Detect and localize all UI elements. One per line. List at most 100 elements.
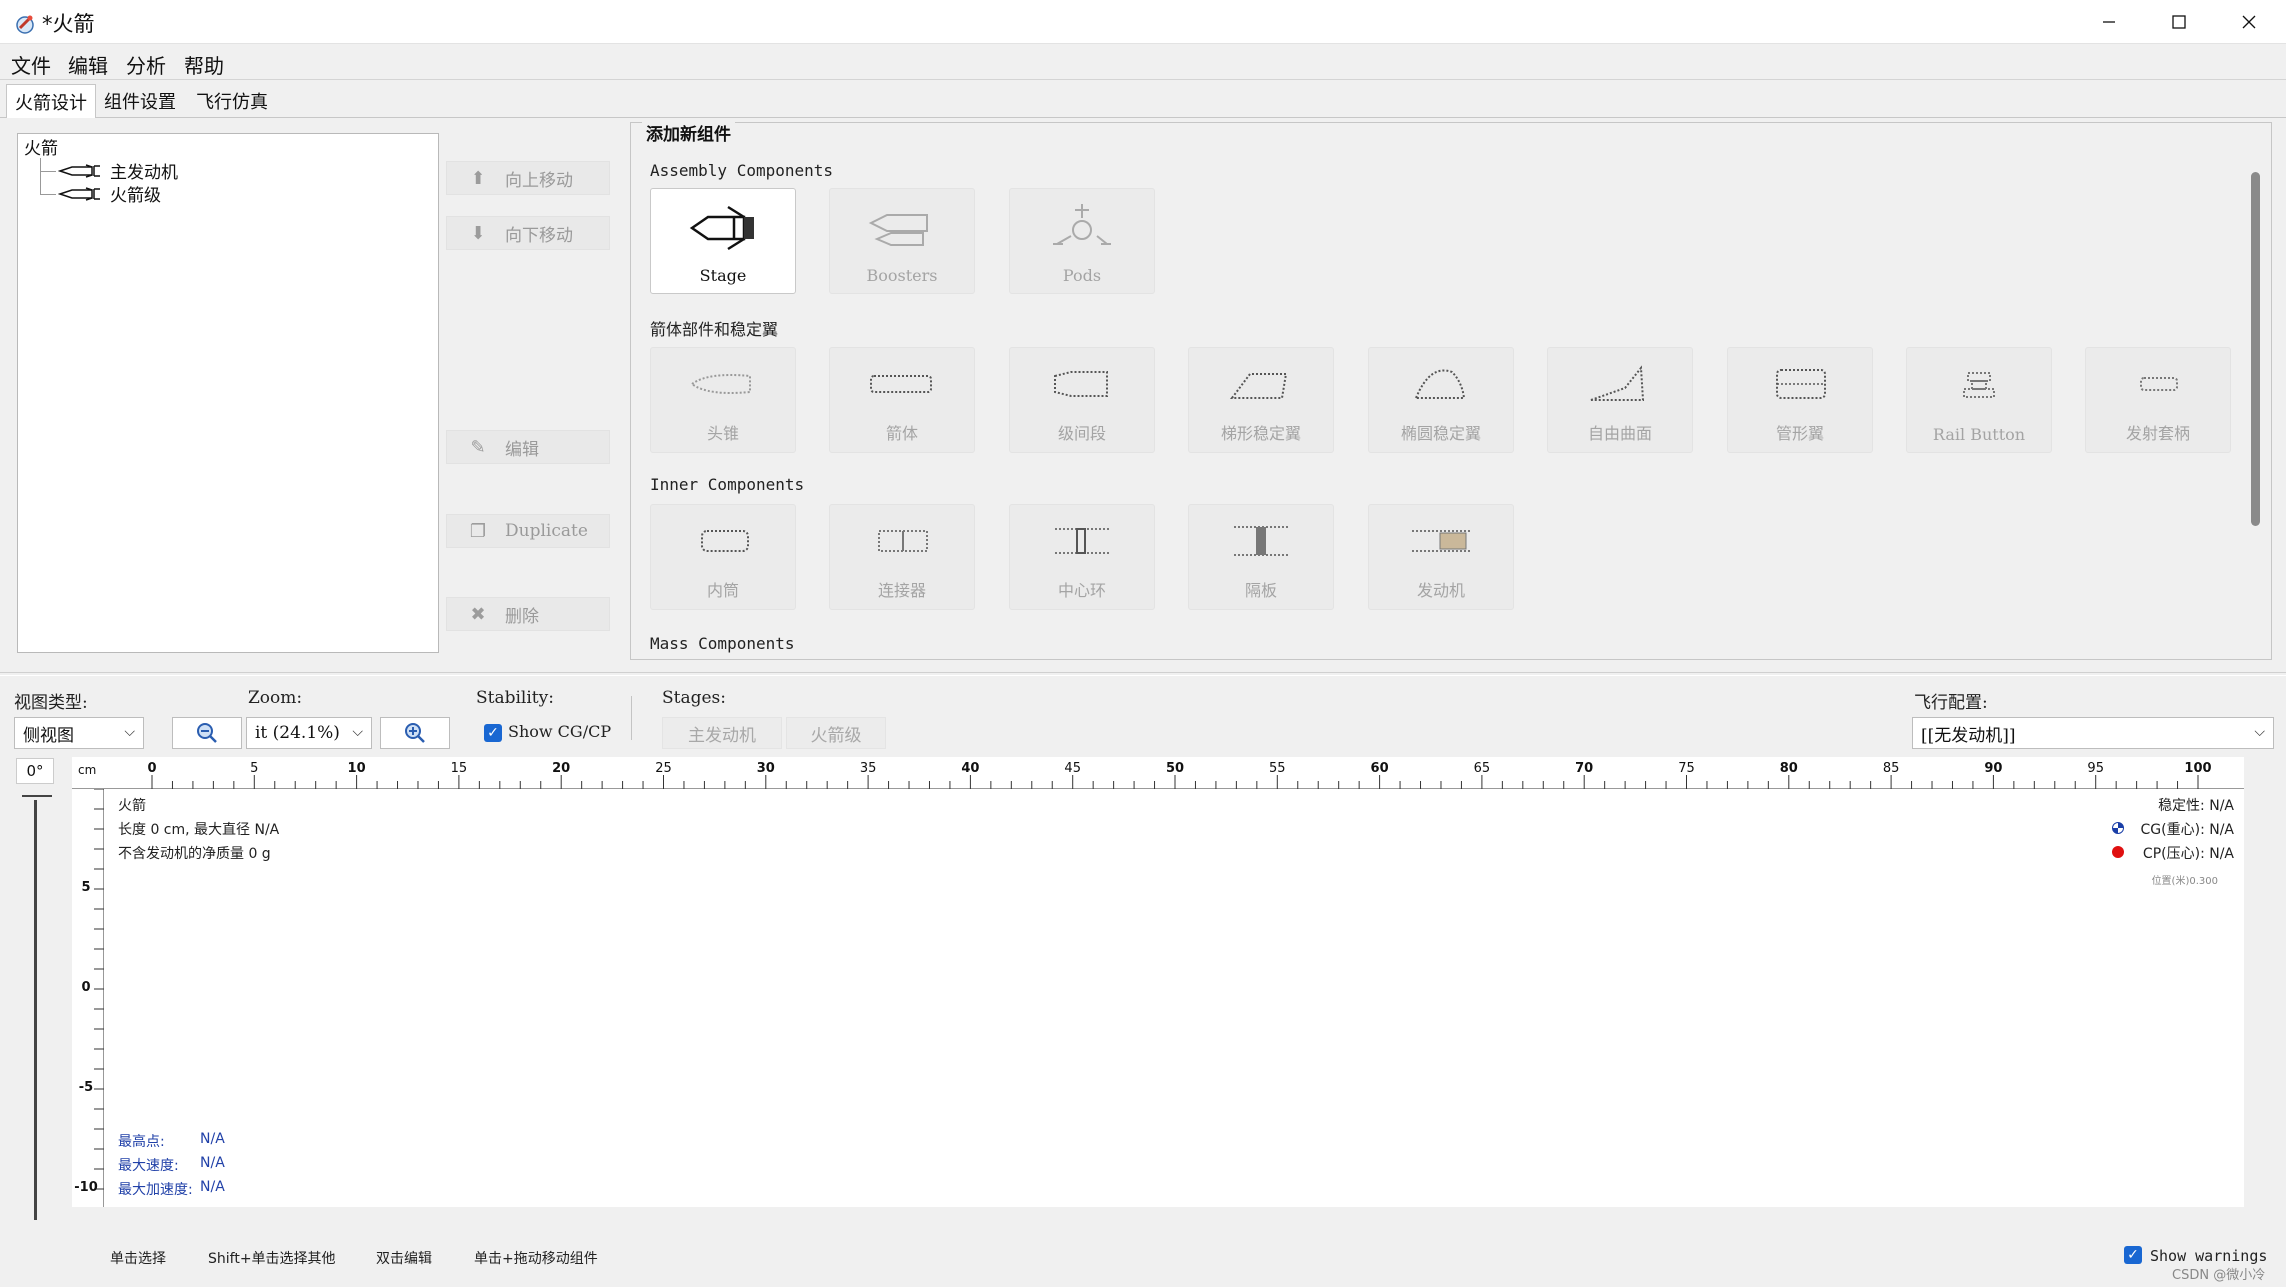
add-tube-fin-button[interactable]: 管形翼 bbox=[1727, 347, 1873, 453]
add-pods-button[interactable]: Pods bbox=[1009, 188, 1155, 294]
cp-readout: CP(压心): N/A bbox=[2142, 846, 2234, 862]
palette-scrollbar[interactable] bbox=[2251, 172, 2260, 526]
ruler-x-label: 60 bbox=[1371, 761, 1389, 776]
chevron-down-icon: ⌵ bbox=[2254, 724, 2265, 740]
menu-analyze[interactable]: 分析 bbox=[120, 48, 172, 81]
ruler-x-label: 70 bbox=[1575, 761, 1593, 776]
chevron-down-icon: ⌵ bbox=[352, 724, 363, 740]
zoom-select[interactable]: it (24.1%) ⌵ bbox=[246, 717, 372, 749]
show-cgcp-label: Show CG/CP bbox=[508, 722, 612, 741]
show-warnings-checkbox[interactable]: ✓ bbox=[2124, 1246, 2142, 1264]
close-button[interactable] bbox=[2214, 0, 2284, 44]
freeform-fin-icon bbox=[1590, 365, 1645, 401]
rotation-angle: 0° bbox=[16, 758, 54, 784]
delete-button[interactable]: ✖ 删除 bbox=[446, 597, 610, 631]
rotation-slider[interactable] bbox=[34, 800, 37, 1220]
ruler-x-label: 35 bbox=[860, 761, 877, 776]
add-inner-tube-button[interactable]: 内筒 bbox=[650, 504, 796, 610]
cp-icon bbox=[2112, 846, 2124, 858]
max-velocity-value: N/A bbox=[200, 1155, 225, 1171]
zoom-in-icon bbox=[405, 723, 425, 743]
tree-connector bbox=[40, 171, 56, 172]
add-rail-button-button[interactable]: Rail Button bbox=[1906, 347, 2052, 453]
chevron-down-icon: ⌵ bbox=[124, 724, 135, 740]
edit-button[interactable]: ✎ 编辑 bbox=[446, 430, 610, 464]
ruler-x-label: 25 bbox=[655, 761, 672, 776]
rotation-slider-handle[interactable] bbox=[22, 795, 52, 797]
zoom-out-button[interactable] bbox=[172, 717, 242, 749]
add-coupler-button[interactable]: 连接器 bbox=[829, 504, 975, 610]
apogee-value: N/A bbox=[200, 1131, 225, 1147]
view-type-select[interactable]: 侧视图 ⌵ bbox=[14, 717, 144, 749]
add-bodytube-button[interactable]: 箭体 bbox=[829, 347, 975, 453]
split-divider[interactable] bbox=[0, 672, 2286, 676]
cg-icon bbox=[2112, 822, 2124, 834]
watermark: CSDN @微小冷 bbox=[2172, 1268, 2266, 1283]
stage-component-icon bbox=[689, 205, 754, 250]
tree-item-stage[interactable]: 火箭级 bbox=[110, 181, 161, 206]
ruler-x-label: 30 bbox=[757, 761, 775, 776]
max-acceleration-value: N/A bbox=[200, 1179, 225, 1195]
add-freeform-fin-button[interactable]: 自由曲面 bbox=[1547, 347, 1693, 453]
add-centering-ring-button[interactable]: 中心环 bbox=[1009, 504, 1155, 610]
menu-file[interactable]: 文件 bbox=[5, 48, 57, 81]
add-transition-button[interactable]: 级间段 bbox=[1009, 347, 1155, 453]
add-nosecone-button[interactable]: 头锥 bbox=[650, 347, 796, 453]
horizontal-ruler: cm 0 5 10 15 20 25 30 35 40 45 50 55 60 65 70 75 80 85 90 9… bbox=[72, 757, 2244, 789]
zoom-in-button[interactable] bbox=[380, 717, 450, 749]
ruler-x-label: 40 bbox=[961, 761, 979, 776]
rocket-mass-info: 不含发动机的净质量 0 g bbox=[118, 846, 271, 862]
stage-toggle-main-motor[interactable]: 主发动机 bbox=[662, 717, 782, 749]
ruler-x-label: 95 bbox=[2087, 761, 2104, 776]
stages-label: Stages: bbox=[662, 688, 727, 708]
inner-tube-icon bbox=[701, 530, 749, 552]
tab-component-settings[interactable]: 组件设置 bbox=[96, 84, 184, 118]
maximize-button[interactable] bbox=[2144, 0, 2214, 44]
component-tree[interactable] bbox=[17, 133, 439, 653]
ruler-x-label: 15 bbox=[451, 761, 468, 776]
group-label-assembly: Assembly Components bbox=[650, 161, 834, 180]
minimize-button[interactable] bbox=[2074, 0, 2144, 44]
check-icon: ✓ bbox=[2127, 1247, 2139, 1263]
ruler-ticks: 5 0 -5 -10 bbox=[74, 789, 104, 1195]
flight-config-select[interactable]: [[无发动机]] ⌵ bbox=[1912, 717, 2274, 749]
add-launch-lug-button[interactable]: 发射套柄 bbox=[2085, 347, 2231, 453]
rail-button-icon bbox=[1963, 371, 1995, 398]
zoom-out-icon bbox=[197, 723, 217, 743]
tree-root[interactable]: 火箭 bbox=[24, 134, 58, 159]
arrow-up-icon: ⬆ bbox=[470, 167, 486, 189]
cg-readout: CG(重心): N/A bbox=[2140, 822, 2234, 838]
rocket-figure-canvas[interactable]: 火箭 长度 0 cm, 最大直径 N/A 不含发动机的净质量 0 g 稳定性: … bbox=[104, 789, 2244, 1207]
move-down-button[interactable]: ⬇ 向下移动 bbox=[446, 216, 610, 250]
menu-help[interactable]: 帮助 bbox=[178, 48, 230, 81]
add-trapezoid-fin-button[interactable]: 梯形稳定翼 bbox=[1188, 347, 1334, 453]
tree-item-main-motor[interactable]: 主发动机 bbox=[110, 158, 178, 183]
close-icon bbox=[2242, 15, 2256, 29]
tab-flight-simulation[interactable]: 飞行仿真 bbox=[188, 84, 276, 118]
stage-toggle-stage[interactable]: 火箭级 bbox=[786, 717, 886, 749]
tab-rocket-design[interactable]: 火箭设计 bbox=[6, 84, 96, 118]
add-elliptical-fin-button[interactable]: 椭圆稳定翼 bbox=[1368, 347, 1514, 453]
bulkhead-icon bbox=[1234, 526, 1288, 556]
add-bulkhead-button[interactable]: 隔板 bbox=[1188, 504, 1334, 610]
duplicate-button[interactable]: ❐ Duplicate bbox=[446, 514, 610, 548]
ruler-x-label: 80 bbox=[1780, 761, 1798, 776]
move-up-button[interactable]: ⬆ 向上移动 bbox=[446, 161, 610, 195]
ruler-x-label: 85 bbox=[1883, 761, 1900, 776]
minimize-icon bbox=[2103, 21, 2115, 23]
menu-edit[interactable]: 编辑 bbox=[62, 48, 114, 81]
launch-lug-icon bbox=[2140, 377, 2178, 391]
add-boosters-button[interactable]: Boosters bbox=[829, 188, 975, 294]
ruler-y-label: -5 bbox=[79, 1080, 93, 1095]
stability-readout: 稳定性: N/A bbox=[2158, 798, 2234, 814]
group-label-mass: Mass Components bbox=[650, 634, 795, 653]
show-cgcp-checkbox[interactable]: ✓ bbox=[484, 724, 502, 742]
title-bar bbox=[0, 0, 2286, 44]
arrow-down-icon: ⬇ bbox=[470, 222, 486, 244]
max-velocity-label: 最大速度: bbox=[118, 1158, 179, 1174]
group-label-body: 箭体部件和稳定翼 bbox=[650, 320, 779, 339]
add-motor-button[interactable]: 发动机 bbox=[1368, 504, 1514, 610]
hint-shift-click: Shift+单击选择其他 bbox=[208, 1251, 336, 1267]
add-stage-button[interactable]: Stage bbox=[650, 188, 796, 294]
stability-label: Stability: bbox=[476, 688, 554, 708]
